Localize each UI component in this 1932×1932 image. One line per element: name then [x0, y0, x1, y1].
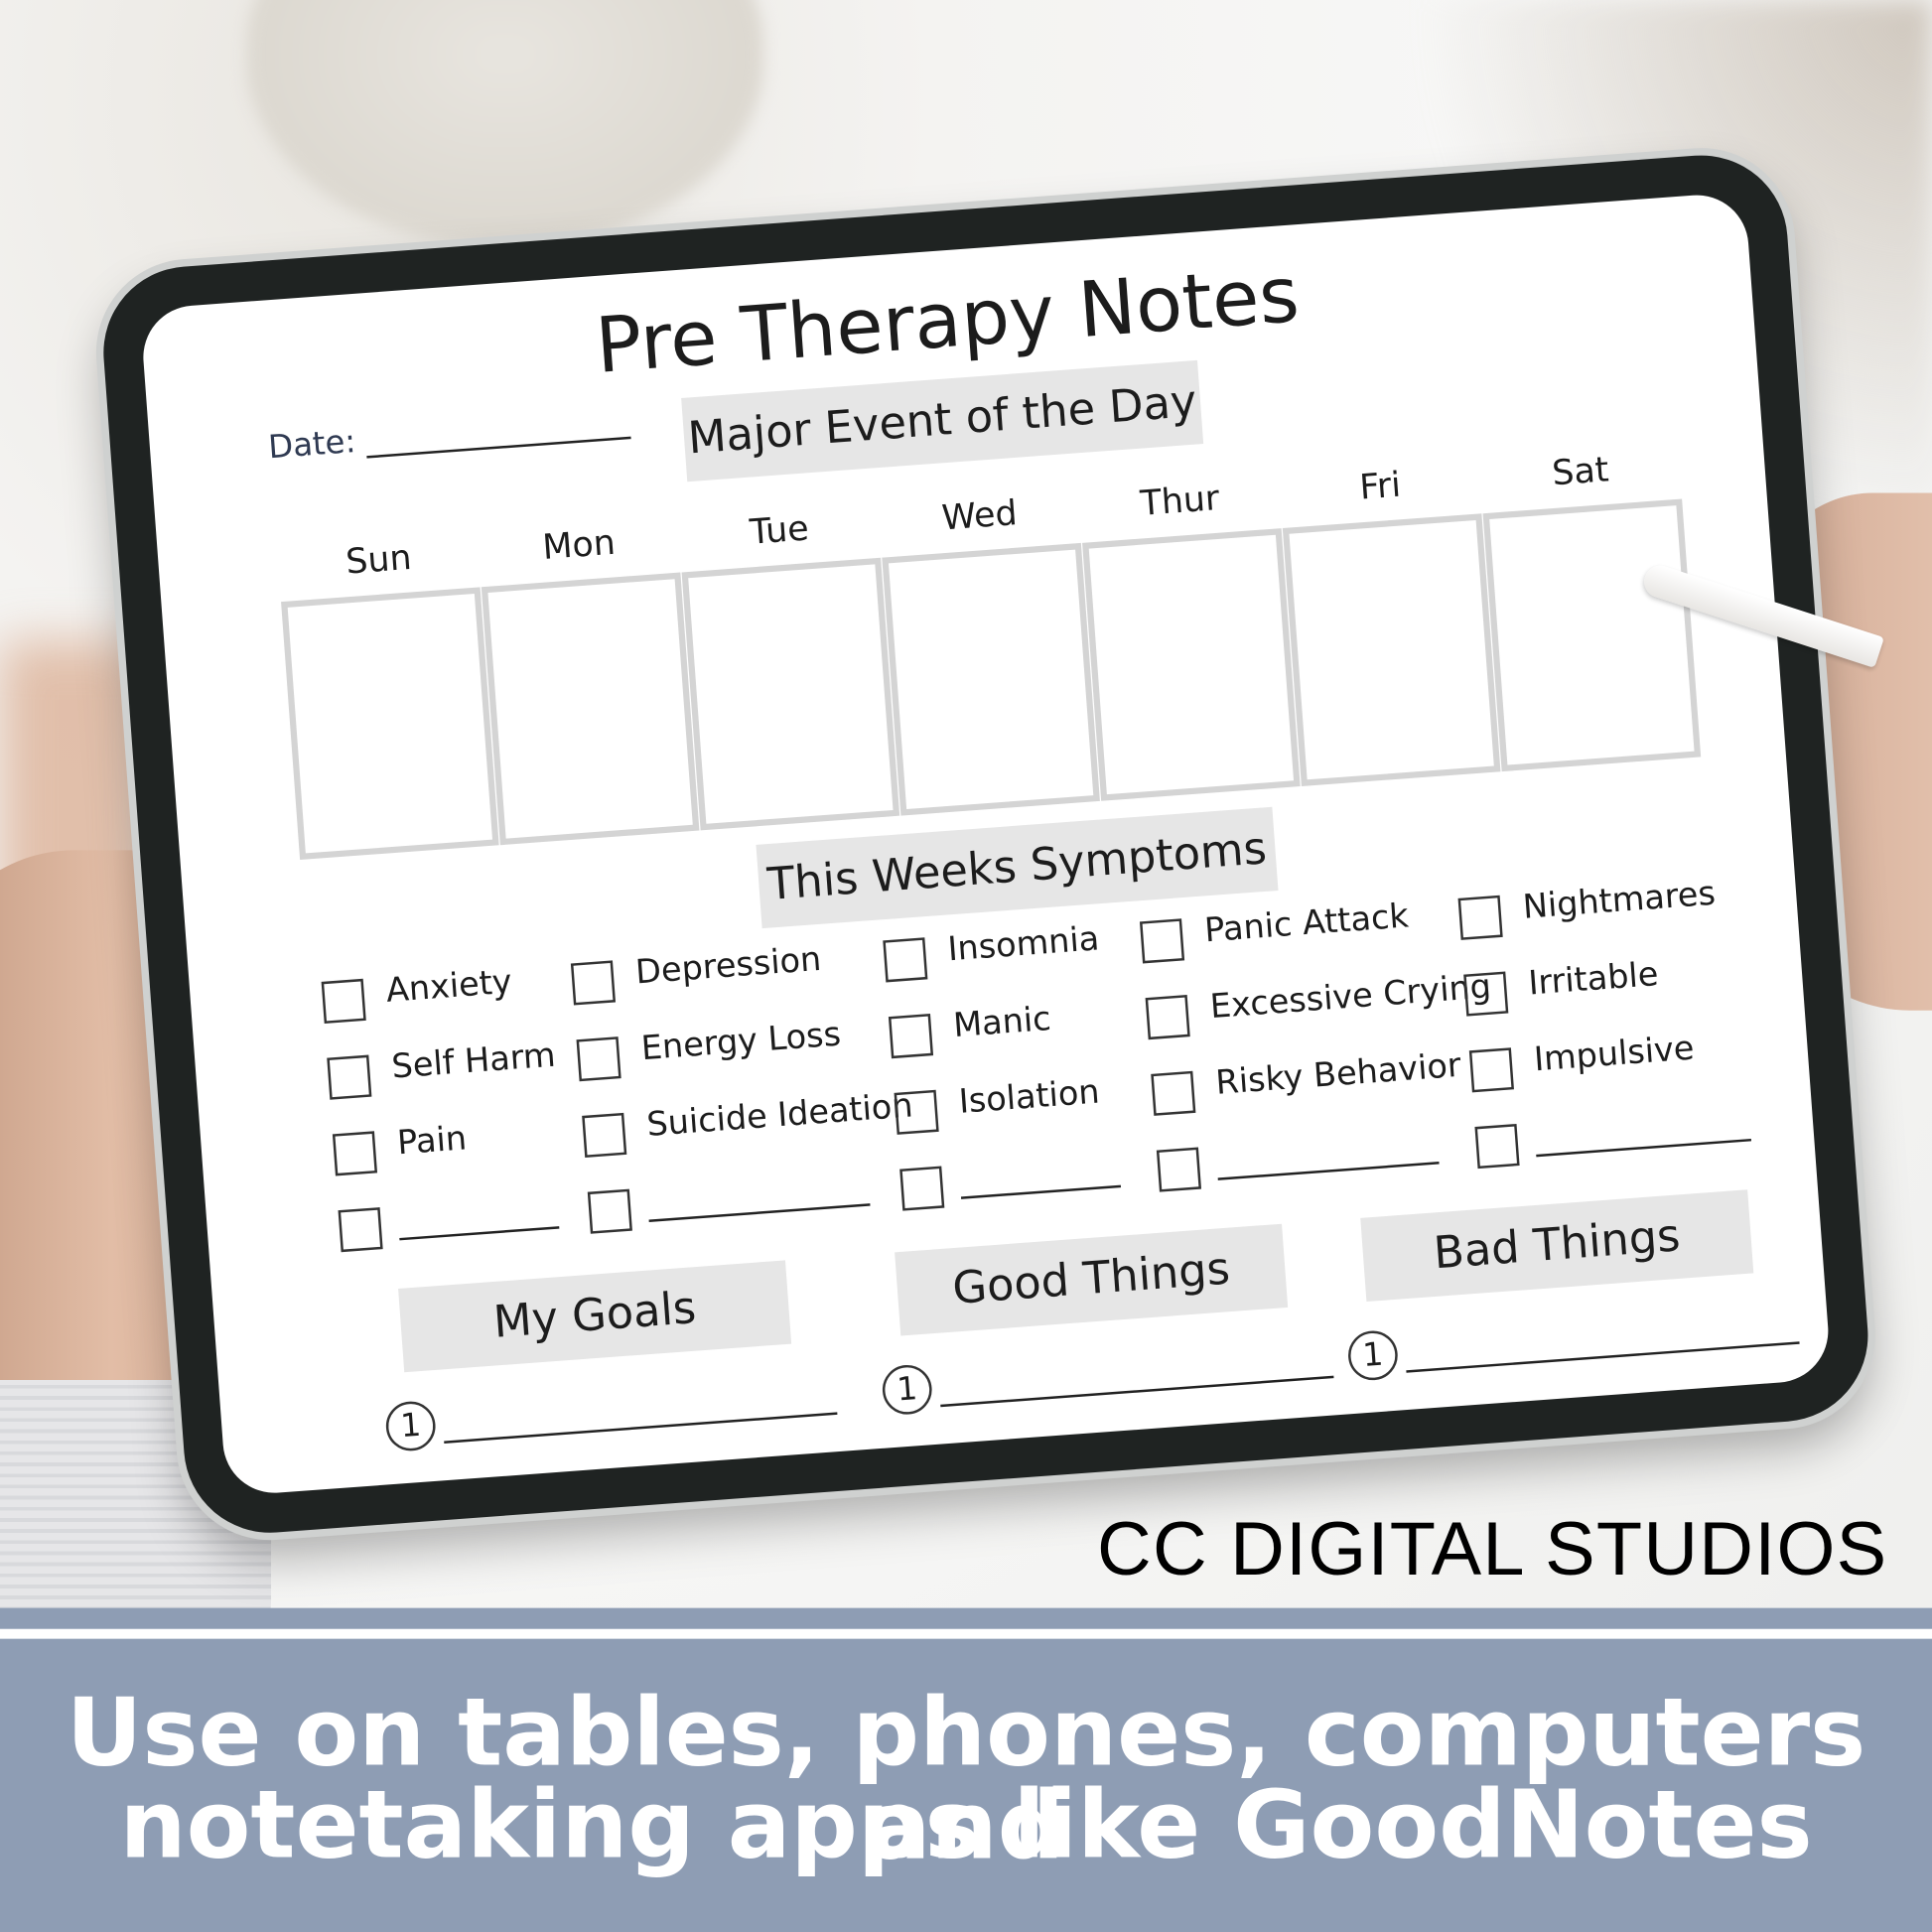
symptom-checkbox[interactable]	[327, 1054, 372, 1100]
tablet: Pre Therapy Notes Date: Major Event of t…	[97, 149, 1874, 1539]
symptom-checkbox[interactable]	[1457, 895, 1503, 940]
symptoms-header: This Weeks Symptoms	[756, 806, 1279, 929]
symptom-checkbox[interactable]	[888, 1014, 934, 1059]
symptom-label: Anxiety	[384, 962, 513, 1011]
symptom-checkbox[interactable]	[1139, 918, 1185, 964]
symptom-label: Risky Behavior	[1214, 1046, 1462, 1103]
number-circle: 2	[1352, 1417, 1407, 1471]
symptom-checkbox[interactable]	[1156, 1147, 1202, 1192]
symptom-checkbox[interactable]	[576, 1036, 621, 1082]
day-label-thur: Thur	[1139, 477, 1221, 524]
symptom-label: Nightmares	[1521, 874, 1718, 927]
number-circle: 1	[1346, 1328, 1400, 1382]
symptom-checkbox[interactable]	[338, 1207, 383, 1253]
symptom-label: Impulsive	[1532, 1029, 1696, 1079]
entry-line[interactable]	[444, 1412, 838, 1444]
entry-line[interactable]	[1412, 1430, 1807, 1461]
day-box-fri[interactable]	[1282, 513, 1501, 786]
day-box-tue[interactable]	[681, 557, 900, 831]
symptom-label: Energy Loss	[639, 1015, 843, 1068]
symptom-checkbox[interactable]	[1463, 971, 1509, 1017]
day-box-mon[interactable]	[481, 572, 700, 846]
background-mug	[246, 0, 764, 247]
symptom-checkbox[interactable]	[582, 1112, 627, 1159]
number-circle: 1	[881, 1363, 934, 1417]
day-box-sun[interactable]	[281, 587, 499, 861]
date-field[interactable]	[366, 436, 631, 459]
number-circle: 2	[887, 1451, 940, 1497]
entry-line[interactable]	[946, 1463, 1341, 1496]
day-label-mon: Mon	[541, 521, 618, 568]
section-header-my-goals: My Goals	[398, 1260, 792, 1373]
day-label-wed: Wed	[940, 491, 1019, 539]
section-header-good-things: Good Things	[895, 1223, 1289, 1336]
symptom-label: Pain	[395, 1119, 469, 1164]
day-label-tue: Tue	[748, 507, 810, 553]
symptom-label: Self Harm	[390, 1035, 557, 1087]
symptom-checkbox[interactable]	[587, 1188, 632, 1234]
symptom-label: Panic Attack	[1202, 897, 1411, 951]
symptom-label: Depression	[633, 940, 823, 993]
day-label-sun: Sun	[344, 536, 413, 583]
symptom-checkbox[interactable]	[883, 937, 928, 983]
symptom-label: Excessive Crying	[1208, 967, 1493, 1027]
symptom-checkbox[interactable]	[1468, 1047, 1514, 1093]
symptom-label: Suicide Ideation	[645, 1086, 914, 1145]
symptom-other-field[interactable]	[399, 1226, 560, 1241]
symptom-checkbox[interactable]	[570, 960, 617, 1006]
symptom-checkbox[interactable]	[1145, 995, 1190, 1040]
banner-divider	[0, 1628, 1932, 1639]
symptom-label: Manic	[951, 1000, 1052, 1045]
symptom-other-field[interactable]	[1536, 1138, 1752, 1158]
date-label: Date:	[267, 423, 357, 468]
day-box-wed[interactable]	[882, 542, 1100, 816]
tablet-screen: Pre Therapy Notes Date: Major Event of t…	[139, 191, 1833, 1497]
brand-name: CC DIGITAL STUDIOS	[1097, 1506, 1888, 1591]
symptom-checkbox[interactable]	[1474, 1123, 1520, 1170]
section-header-bad-things: Bad Things	[1360, 1189, 1754, 1303]
symptom-other-field[interactable]	[960, 1184, 1122, 1199]
entry-line[interactable]	[940, 1375, 1334, 1408]
symptom-checkbox[interactable]	[894, 1089, 939, 1135]
symptom-other-field[interactable]	[1217, 1162, 1440, 1180]
day-box-sat[interactable]	[1482, 498, 1702, 772]
symptom-label: Isolation	[957, 1072, 1101, 1122]
symptom-checkbox[interactable]	[1151, 1070, 1196, 1116]
banner-line-2: notetaking apps like GoodNotes	[119, 1769, 1813, 1879]
day-box-thur[interactable]	[1082, 528, 1301, 801]
symptom-label: Insomnia	[946, 919, 1101, 970]
number-circle: 2	[390, 1488, 444, 1497]
symptom-checkbox[interactable]	[332, 1131, 378, 1176]
symptom-checkbox[interactable]	[321, 978, 366, 1024]
entry-line[interactable]	[1406, 1341, 1800, 1373]
number-circle: 1	[384, 1399, 438, 1453]
day-label-fri: Fri	[1357, 464, 1403, 508]
symptom-checkbox[interactable]	[899, 1166, 945, 1211]
day-label-sat: Sat	[1550, 449, 1610, 494]
symptom-label: Irritable	[1527, 955, 1660, 1004]
symptom-other-field[interactable]	[648, 1203, 871, 1222]
